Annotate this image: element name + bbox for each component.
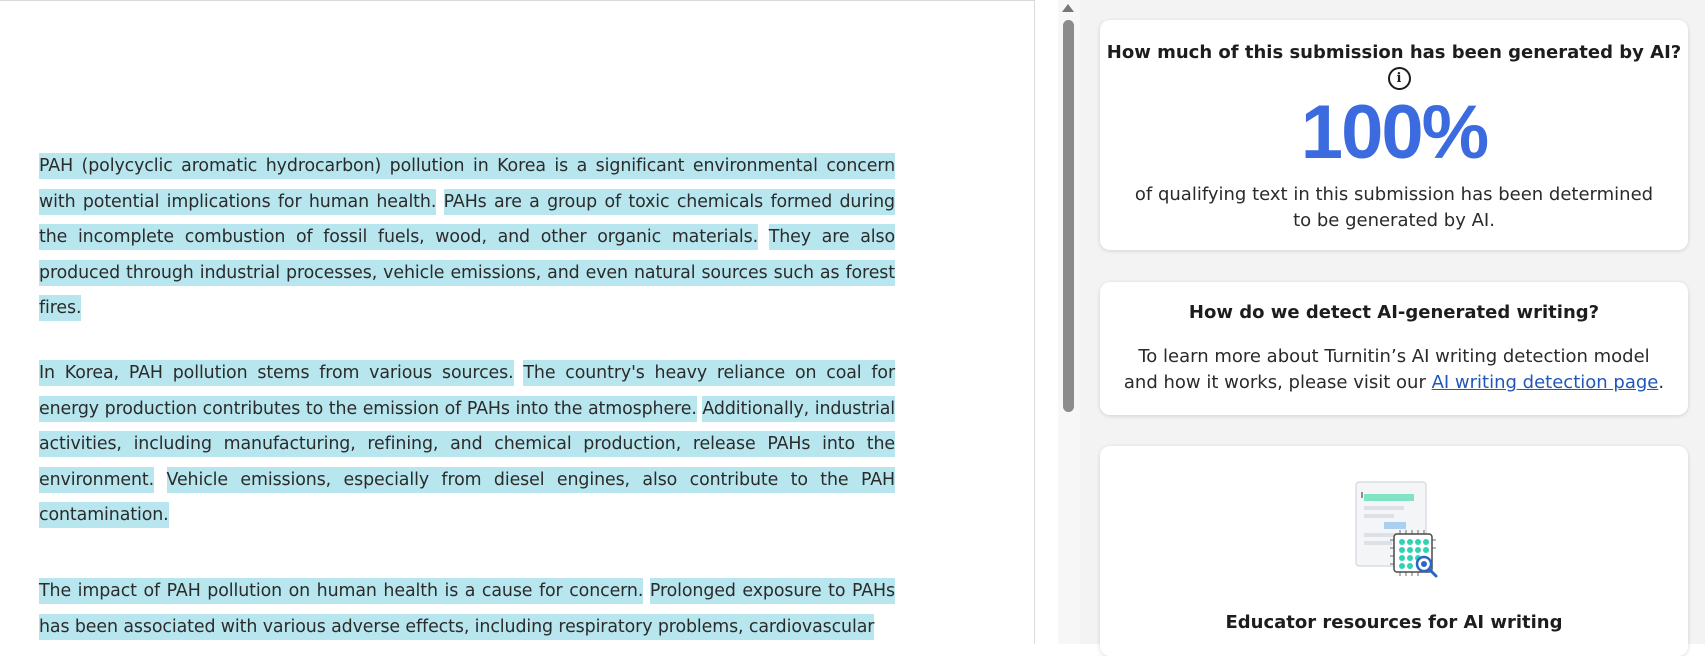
scroll-up-arrow-icon[interactable] (1062, 4, 1074, 12)
info-icon[interactable]: i (1387, 67, 1411, 90)
submission-document: PAH (polycyclic aromatic hydrocarbon) po… (0, 0, 1034, 644)
paragraph-2: In Korea, PAH pollution stems from vario… (39, 356, 895, 534)
ai-score-card: How much of this submission has been gen… (1100, 20, 1688, 250)
paragraph-1: PAH (polycyclic aromatic hydrocarbon) po… (39, 149, 895, 327)
paragraph-3: The impact of PAH pollution on human hea… (39, 574, 895, 644)
detection-info-title: How do we detect AI-generated writing? (1188, 302, 1600, 323)
detection-info-body: To learn more about Turnitin’s AI writin… (1120, 344, 1668, 396)
detection-info-card: How do we detect AI-generated writing? T… (1100, 282, 1688, 415)
pane-divider (1034, 0, 1035, 644)
ai-question-row: How much of this submission has been gen… (1100, 42, 1688, 90)
ai-highlighted-sentence[interactable]: In Korea, PAH pollution stems from vario… (39, 360, 514, 386)
top-divider (0, 0, 1034, 1)
ai-question-text: How much of this submission has been gen… (1106, 42, 1682, 63)
scrollbar-thumb[interactable] (1063, 20, 1074, 412)
ai-percentage: 100% (1300, 90, 1489, 175)
educator-resources-title: Educator resources for AI writing (1225, 612, 1563, 633)
ai-highlighted-sentence[interactable]: The impact of PAH pollution on human hea… (39, 578, 643, 604)
ai-detection-page-link[interactable]: AI writing detection page (1432, 372, 1659, 393)
ai-score-description: of qualifying text in this submission ha… (1134, 184, 1654, 231)
ai-highlighted-sentence[interactable]: Vehicle emissions, especially from diese… (39, 466, 895, 529)
detection-info-suffix: . (1658, 372, 1665, 393)
document-chip-magnifier-icon (1355, 481, 1438, 578)
educator-resources-card[interactable]: Educator resources for AI writing (1100, 446, 1688, 656)
